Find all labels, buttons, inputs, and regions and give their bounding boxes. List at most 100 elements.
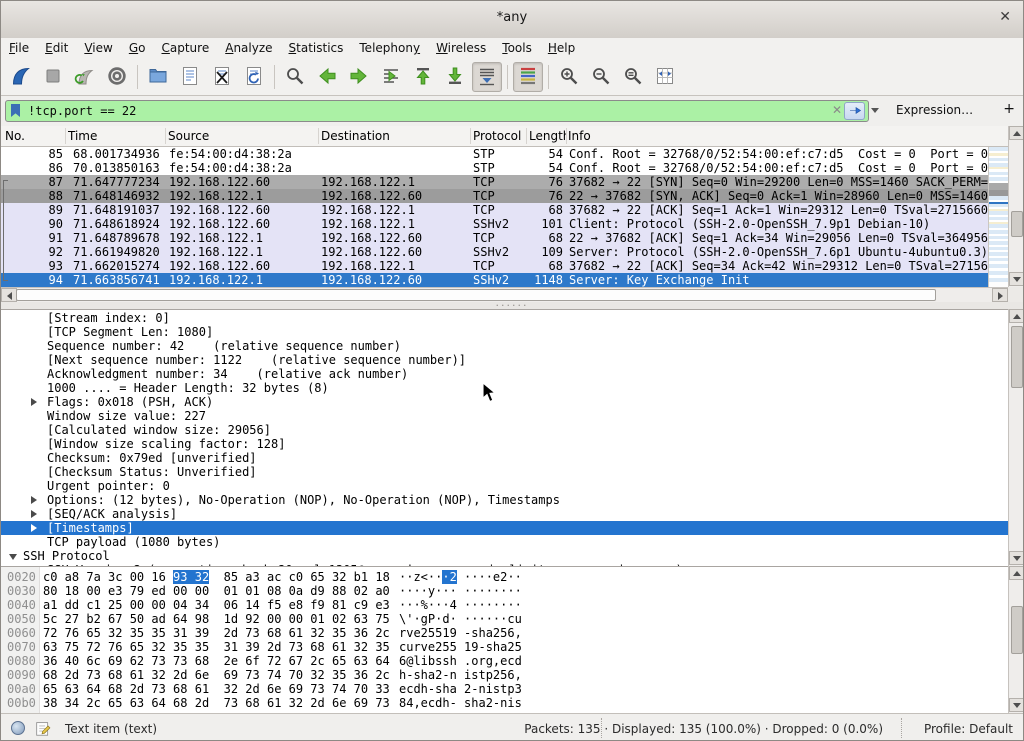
packet-row-90[interactable]: 9071.648618924192.168.122.60192.168.122.… <box>1 217 988 231</box>
scrollbar-thumb[interactable] <box>1011 606 1023 654</box>
column-header-info[interactable]: Info <box>568 129 988 143</box>
detail-line[interactable]: [TCP Segment Len: 1080] <box>1 325 1008 339</box>
resize-columns-icon[interactable] <box>650 62 680 92</box>
menu-capture[interactable]: Capture <box>153 38 217 57</box>
find-packet-icon[interactable] <box>280 62 310 92</box>
column-header-no[interactable]: No. <box>5 129 63 143</box>
menu-go[interactable]: Go <box>121 38 154 57</box>
go-back-icon[interactable] <box>312 62 342 92</box>
scroll-down-button[interactable] <box>1009 698 1024 712</box>
hex-row-00a0[interactable]: 00a065 63 64 68 2d 73 68 61 32 2d 6e 69 … <box>1 682 1008 696</box>
packet-row-89[interactable]: 8971.648191037192.168.122.60192.168.122.… <box>1 203 988 217</box>
hex-row-0080[interactable]: 008036 40 6c 69 62 73 73 68 2e 6f 72 67 … <box>1 654 1008 668</box>
menu-statistics[interactable]: Statistics <box>281 38 352 57</box>
menu-wireless[interactable]: Wireless <box>428 38 494 57</box>
detail-line[interactable]: [Calculated window size: 29056] <box>1 423 1008 437</box>
column-header-source[interactable]: Source <box>168 129 316 143</box>
colorize-icon[interactable] <box>513 62 543 92</box>
detail-line[interactable]: Checksum: 0x79ed [unverified] <box>1 451 1008 465</box>
detail-line[interactable]: [Stream index: 0] <box>1 311 1008 325</box>
intelligent-scrollbar-minimap[interactable] <box>988 147 1008 287</box>
detail-line[interactable]: [Next sequence number: 1122 (relative se… <box>1 353 1008 367</box>
detail-line-selected[interactable]: [Timestamps] <box>1 521 1008 535</box>
capture-comment-icon[interactable] <box>35 720 51 740</box>
hex-row-0060[interactable]: 006072 76 65 32 35 35 31 39 2d 73 68 61 … <box>1 626 1008 640</box>
zoom-out-icon[interactable] <box>586 62 616 92</box>
packet-row-85[interactable]: 8568.001734936fe:54:00:d4:38:2aSTP54Conf… <box>1 147 988 161</box>
display-filter-input[interactable]: !tcp.port == 22 ✕ <box>5 100 869 122</box>
packet-row-87[interactable]: 8771.647777234192.168.122.60192.168.122.… <box>1 175 988 189</box>
bookmark-icon[interactable] <box>11 104 20 117</box>
column-header-time[interactable]: Time <box>68 129 164 143</box>
packet-row-86[interactable]: 8670.013850163fe:54:00:d4:38:2aSTP54Conf… <box>1 161 988 175</box>
column-header-protocol[interactable]: Protocol <box>473 129 525 143</box>
packet-bytes-vscrollbar[interactable] <box>1008 566 1024 713</box>
menu-help[interactable]: Help <box>540 38 583 57</box>
menu-tools[interactable]: Tools <box>494 38 540 57</box>
column-divider[interactable] <box>526 128 527 144</box>
open-file-icon[interactable] <box>143 62 173 92</box>
menu-view[interactable]: View <box>76 38 120 57</box>
detail-line[interactable]: Options: (12 bytes), No-Operation (NOP),… <box>1 493 1008 507</box>
reload-file-icon[interactable] <box>239 62 269 92</box>
filter-text[interactable]: !tcp.port == 22 <box>28 104 136 118</box>
detail-line[interactable]: Sequence number: 42 (relative sequence n… <box>1 339 1008 353</box>
column-header-length[interactable]: Length <box>529 129 566 143</box>
detail-line[interactable]: Urgent pointer: 0 <box>1 479 1008 493</box>
expand-arrow-icon[interactable] <box>31 398 37 406</box>
scroll-up-button[interactable] <box>1009 566 1024 580</box>
hex-row-0040[interactable]: 0040a1 dd c1 25 00 00 04 34 06 14 f5 e8 … <box>1 598 1008 612</box>
column-header-destination[interactable]: Destination <box>321 129 469 143</box>
go-to-bottom-icon[interactable] <box>440 62 470 92</box>
detail-line[interactable]: [SEQ/ACK analysis] <box>1 507 1008 521</box>
expand-arrow-icon[interactable] <box>31 524 37 532</box>
scroll-up-button[interactable] <box>1009 126 1024 140</box>
detail-line[interactable]: [Window size scaling factor: 128] <box>1 437 1008 451</box>
go-forward-icon[interactable] <box>344 62 374 92</box>
packet-row-94-selected[interactable]: 9471.663856741192.168.122.1192.168.122.6… <box>1 273 988 287</box>
go-to-top-icon[interactable] <box>408 62 438 92</box>
column-divider[interactable] <box>165 128 166 144</box>
save-file-icon[interactable] <box>175 62 205 92</box>
clear-filter-icon[interactable]: ✕ <box>832 103 842 117</box>
go-to-packet-icon[interactable] <box>376 62 406 92</box>
auto-scroll-icon[interactable] <box>472 62 502 92</box>
detail-line[interactable]: TCP payload (1080 bytes) <box>1 535 1008 549</box>
menu-file[interactable]: File <box>1 38 37 57</box>
scroll-down-button[interactable] <box>1009 551 1024 565</box>
start-capture-icon[interactable] <box>6 62 36 92</box>
column-divider[interactable] <box>318 128 319 144</box>
hex-row-0030[interactable]: 003080 18 00 e3 79 ed 00 00 01 01 08 0a … <box>1 584 1008 598</box>
expand-arrow-icon[interactable] <box>31 496 37 504</box>
capture-options-icon[interactable] <box>102 62 132 92</box>
packet-row-91[interactable]: 9171.648789678192.168.122.1192.168.122.6… <box>1 231 988 245</box>
hex-row-0020[interactable]: 0020c0 a8 7a 3c 00 16 93 32 85 a3 ac c0 … <box>1 570 1008 584</box>
packet-row-88[interactable]: 8871.648146932192.168.122.1192.168.122.6… <box>1 189 988 203</box>
detail-line[interactable]: [Checksum Status: Unverified] <box>1 465 1008 479</box>
profile-text[interactable]: Profile: Default <box>924 722 1013 736</box>
scrollbar-thumb[interactable] <box>1011 326 1023 388</box>
close-button[interactable]: ✕ <box>999 9 1011 25</box>
expand-arrow-icon[interactable] <box>31 510 37 518</box>
detail-line[interactable]: Flags: 0x018 (PSH, ACK) <box>1 395 1008 409</box>
packet-row-93[interactable]: 9371.662015274192.168.122.60192.168.122.… <box>1 259 988 273</box>
expert-info-icon[interactable] <box>11 721 25 735</box>
filter-history-caret[interactable] <box>871 108 879 113</box>
column-divider[interactable] <box>470 128 471 144</box>
menu-edit[interactable]: Edit <box>37 38 76 57</box>
restart-capture-icon[interactable] <box>70 62 100 92</box>
detail-line[interactable]: Acknowledgment number: 34 (relative ack … <box>1 367 1008 381</box>
close-file-icon[interactable] <box>207 62 237 92</box>
column-divider[interactable] <box>65 128 66 144</box>
scroll-up-button[interactable] <box>1009 309 1024 323</box>
detail-line[interactable]: 1000 .... = Header Length: 32 bytes (8) <box>1 381 1008 395</box>
zoom-in-icon[interactable] <box>554 62 584 92</box>
expression-button[interactable]: Expression… <box>896 103 973 117</box>
stop-capture-icon[interactable] <box>38 62 68 92</box>
packet-row-92[interactable]: 9271.661949820192.168.122.1192.168.122.6… <box>1 245 988 259</box>
collapse-arrow-icon[interactable] <box>9 554 17 560</box>
hex-row-0070[interactable]: 007063 75 72 76 65 32 35 35 31 39 2d 73 … <box>1 640 1008 654</box>
zoom-original-icon[interactable] <box>618 62 648 92</box>
hex-row-0090[interactable]: 009068 2d 73 68 61 32 2d 6e 69 73 74 70 … <box>1 668 1008 682</box>
scrollbar-thumb[interactable] <box>1011 211 1023 237</box>
